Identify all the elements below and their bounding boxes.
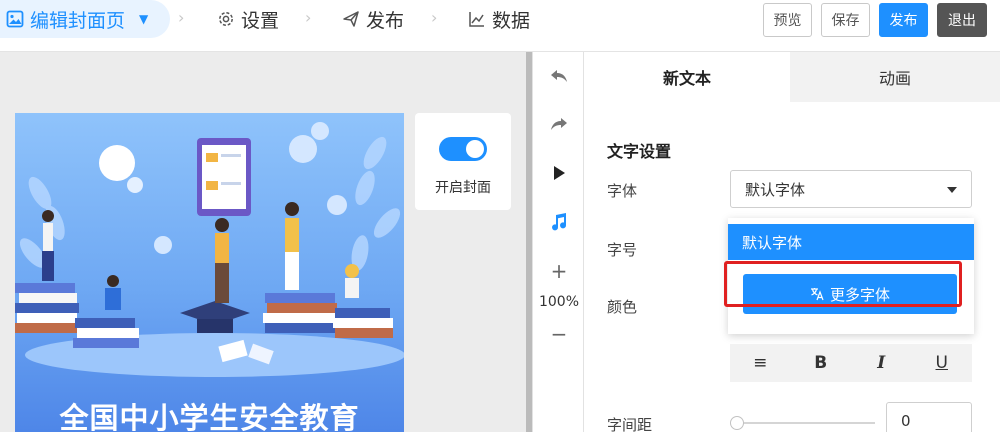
- play-button[interactable]: [533, 163, 585, 187]
- chevron-down-icon: [947, 187, 957, 193]
- poster-illustration: [15, 122, 404, 377]
- text-format-bar: ≡ B I U: [730, 344, 972, 382]
- caret-down-icon[interactable]: ▼: [139, 12, 148, 26]
- crumb-data[interactable]: 数据: [468, 6, 530, 32]
- slider-handle[interactable]: [730, 416, 744, 430]
- color-label: 颜色: [607, 298, 638, 316]
- bold-button[interactable]: B: [801, 353, 841, 373]
- letter-spacing-input[interactable]: 0: [886, 402, 972, 432]
- exit-button[interactable]: 退出: [937, 3, 987, 37]
- italic-button[interactable]: I: [861, 353, 901, 373]
- crumb-data-label: 数据: [492, 9, 531, 32]
- redo-button[interactable]: [533, 114, 585, 138]
- text-settings-title: 文字设置: [607, 142, 672, 161]
- poster-title[interactable]: 全国中小学生安全教育: [15, 395, 404, 432]
- breadcrumb-separator: ›: [178, 8, 185, 27]
- gear-icon: [219, 12, 233, 26]
- image-icon: [6, 10, 24, 28]
- redo-icon: [551, 118, 567, 130]
- publish-button[interactable]: 发布: [879, 3, 928, 37]
- music-button[interactable]: [533, 212, 585, 236]
- letter-spacing-label: 字间距: [607, 416, 653, 432]
- cover-toggle-card: 开启封面: [415, 113, 511, 210]
- cover-toggle-label: 开启封面: [435, 180, 491, 196]
- crumb-publish[interactable]: 发布: [342, 6, 404, 32]
- breadcrumb-separator: ›: [305, 8, 312, 27]
- top-bar: 编辑封面页 ▼ › 设置 › 发布 › 数据 预览 保存 发布 退出: [0, 0, 1000, 52]
- highlight-box: [724, 261, 962, 307]
- crumb-settings-label: 设置: [241, 9, 280, 32]
- play-icon: [554, 166, 565, 180]
- line-chart-icon: [469, 12, 484, 27]
- undo-button[interactable]: [533, 66, 585, 90]
- music-note-icon: [552, 213, 567, 231]
- crumb-edit-cover[interactable]: 编辑封面页 ▼: [0, 0, 170, 38]
- save-button[interactable]: 保存: [821, 3, 870, 37]
- tab-new-text[interactable]: 新文本: [584, 52, 790, 102]
- zoom-out-button[interactable]: −: [533, 322, 585, 346]
- cover-poster[interactable]: 全国中小学生安全教育: [15, 113, 404, 432]
- toggle-knob: [466, 140, 484, 158]
- font-option-default[interactable]: 默认字体: [728, 224, 974, 260]
- align-left-button[interactable]: ≡: [740, 353, 780, 373]
- crumb-settings[interactable]: 设置: [217, 6, 279, 32]
- zoom-level: 100%: [538, 294, 580, 310]
- underline-button[interactable]: U: [922, 353, 962, 373]
- font-select-value: 默认字体: [745, 180, 806, 199]
- undo-icon: [551, 70, 567, 82]
- preview-button[interactable]: 预览: [763, 3, 812, 37]
- breadcrumb-separator: ›: [431, 8, 438, 27]
- font-select[interactable]: 默认字体: [730, 170, 972, 208]
- send-icon: [343, 11, 359, 27]
- tab-animation[interactable]: 动画: [790, 52, 1000, 102]
- crumb-edit-cover-label: 编辑封面页: [30, 9, 126, 32]
- zoom-in-button[interactable]: +: [533, 259, 585, 283]
- font-label: 字体: [607, 182, 638, 200]
- side-toolbar: + 100% −: [532, 52, 584, 432]
- font-size-label: 字号: [607, 241, 638, 259]
- cover-toggle[interactable]: [439, 137, 487, 161]
- crumb-publish-label: 发布: [366, 9, 405, 32]
- letter-spacing-slider[interactable]: [735, 422, 875, 424]
- properties-panel: 新文本 动画 文字设置 字体 默认字体 字号 颜色 默认字体 更多字体 ≡ B …: [584, 52, 1000, 432]
